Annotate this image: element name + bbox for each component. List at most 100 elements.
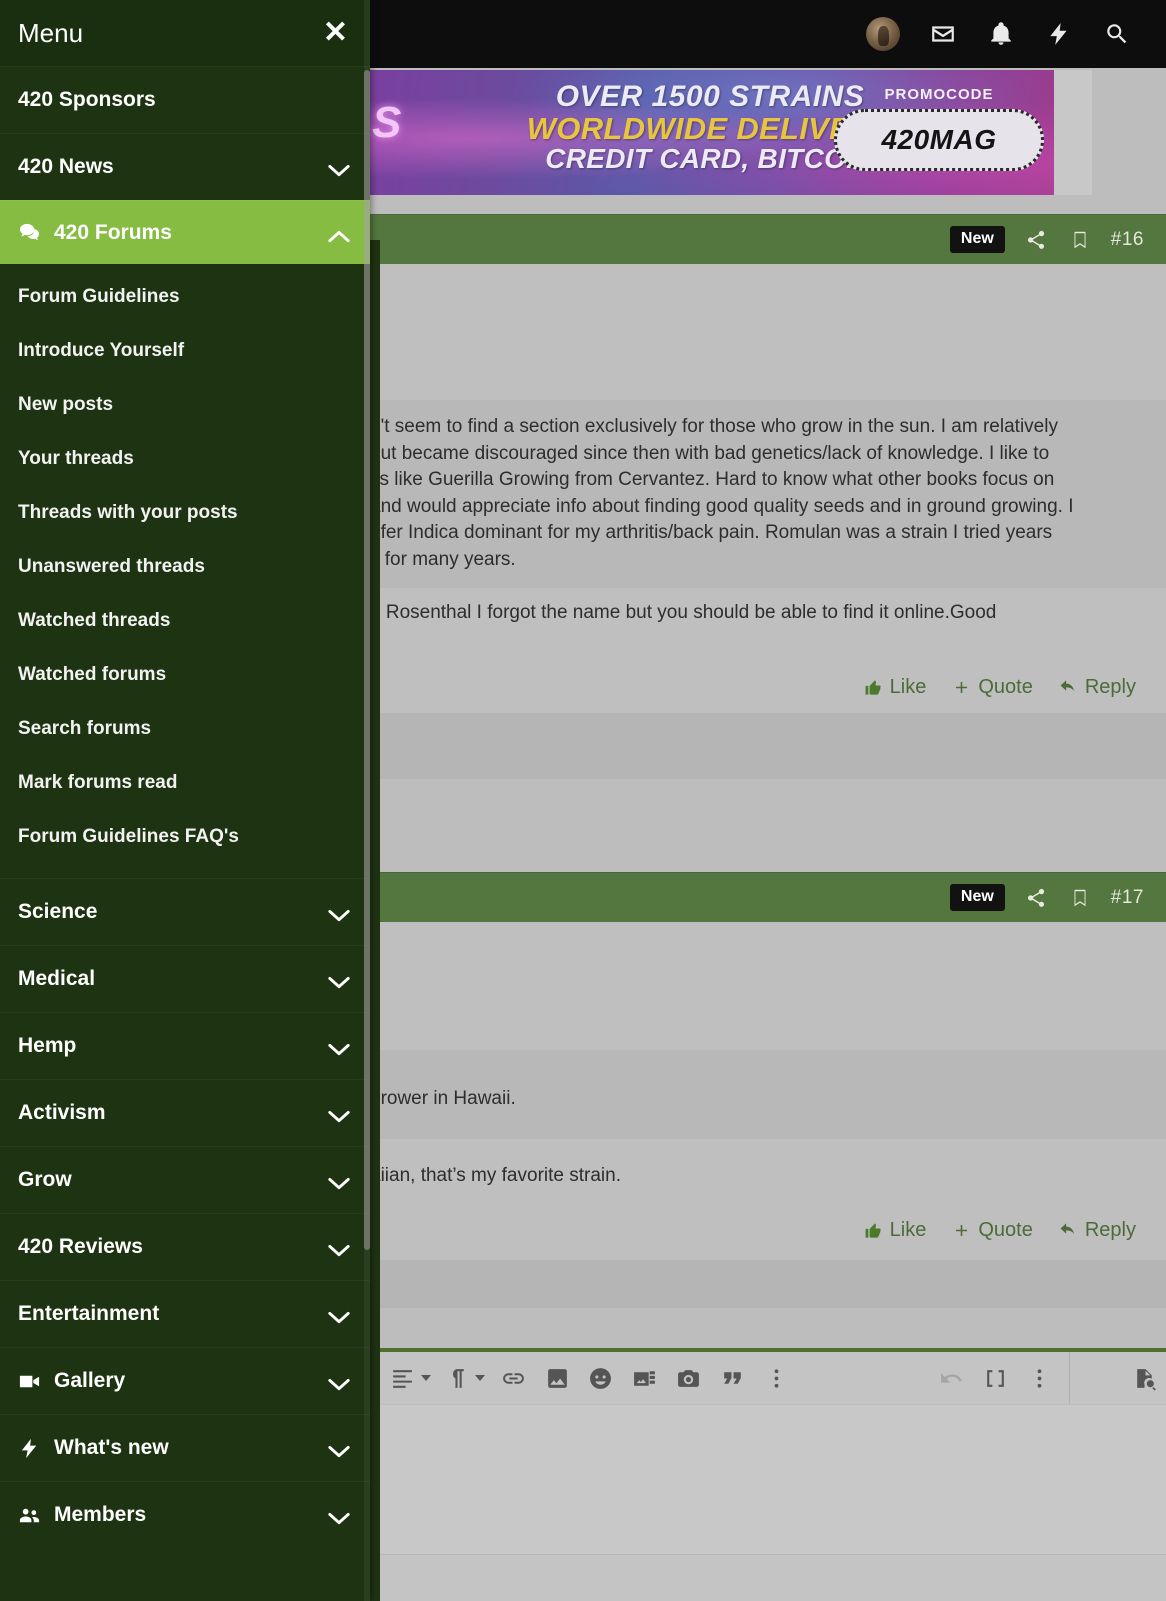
sidebar-item-420-reviews[interactable]: 420 Reviews (0, 1213, 370, 1280)
sidebar-item-label: Activism (18, 1101, 106, 1124)
sidebar-item-label: Gallery (54, 1369, 126, 1392)
quote-button[interactable]: Quote (952, 675, 1033, 699)
insert-media-icon[interactable] (623, 1356, 667, 1400)
chevron-up-icon[interactable] (328, 226, 350, 242)
sponsor-banner-ad[interactable]: S OVER 1500 STRAINS WORLDWIDE DELIVERY C… (370, 70, 1092, 195)
sidebar-item-activism[interactable]: Activism (0, 1079, 370, 1146)
chevron-down-icon[interactable] (328, 1039, 350, 1056)
sidebar-subitem-introduce-yourself[interactable]: Introduce Yourself (0, 324, 370, 378)
insert-link-icon[interactable] (491, 1356, 535, 1400)
quote-line: grower in Hawaii. (370, 1088, 516, 1109)
align-dropdown-icon[interactable] (384, 1356, 438, 1400)
quote-line: efer Indica dominant for my arthritis/ba… (370, 522, 1053, 544)
menu-scrollbar[interactable] (364, 0, 370, 1601)
sidebar-subitem-mark-forums-read[interactable]: Mark forums read (0, 756, 370, 810)
sidebar-item-gallery[interactable]: Gallery (0, 1347, 370, 1414)
undo-icon[interactable] (930, 1356, 974, 1400)
video-camera-icon (18, 1370, 41, 1393)
reply-button[interactable]: Reply (1059, 1219, 1136, 1242)
preview-icon[interactable] (1122, 1356, 1166, 1400)
sidebar-item-label: Hemp (18, 1034, 77, 1057)
chevron-down-icon[interactable] (328, 1307, 350, 1324)
sidebar-item-science[interactable]: Science (0, 878, 370, 945)
chevron-down-icon[interactable] (328, 1508, 350, 1525)
banner-logo-fragment: S (372, 98, 401, 147)
sidebar-item-medical[interactable]: Medical (0, 945, 370, 1012)
sidebar-subitem-new-posts[interactable]: New posts (0, 378, 370, 432)
text-direction-dropdown-icon[interactable] (438, 1356, 492, 1400)
sidebar-item-grow[interactable]: Grow (0, 1146, 370, 1213)
chevron-down-icon[interactable] (328, 905, 350, 922)
sidebar-subitem-search-forums[interactable]: Search forums (0, 702, 370, 756)
sidebar-subitem-label: Forum Guidelines FAQ's (18, 826, 239, 847)
quote-label: Quote (978, 675, 1033, 698)
sidebar-item-420-sponsors[interactable]: 420 Sponsors (0, 66, 370, 133)
sidebar-subitem-forum-guidelines[interactable]: Forum Guidelines (0, 270, 370, 324)
share-icon[interactable] (1023, 885, 1049, 911)
insert-image-icon[interactable] (535, 1356, 579, 1400)
post-number[interactable]: #17 (1111, 887, 1144, 909)
sidebar-subitem-label: Unanswered threads (18, 556, 205, 577)
chevron-down-icon[interactable] (328, 1441, 350, 1458)
sidebar-subitem-your-threads[interactable]: Your threads (0, 432, 370, 486)
sidebar-item-label: 420 News (18, 155, 114, 178)
bolt-icon (18, 1437, 41, 1460)
reply-label: Reply (1084, 675, 1136, 698)
insert-bbcode-icon[interactable] (974, 1356, 1018, 1400)
status-badge: New (949, 226, 1005, 253)
post-17-message: aiian, that’s my favorite strain. (370, 1139, 1166, 1207)
menu-scrollbar-thumb[interactable] (364, 70, 370, 1250)
sidebar-subitem-label: Forum Guidelines (18, 286, 180, 307)
sidebar-item-420-forums[interactable]: 420 Forums (0, 200, 370, 264)
chevron-down-icon[interactable] (328, 1106, 350, 1123)
chevron-down-icon[interactable] (328, 1173, 350, 1190)
menu-header: Menu ✕ (0, 0, 370, 66)
close-icon[interactable]: ✕ (323, 18, 348, 48)
chevron-down-icon[interactable] (328, 1240, 350, 1257)
editor-input-area[interactable] (370, 1404, 1166, 1554)
chevron-down-icon[interactable] (328, 1374, 350, 1391)
like-button[interactable]: Like (864, 676, 926, 699)
bolt-icon[interactable] (1044, 19, 1074, 49)
more-options-icon[interactable] (754, 1356, 798, 1400)
sidebar-item-label: 420 Reviews (18, 1235, 143, 1258)
sidebar-subitem-unanswered-threads[interactable]: Unanswered threads (0, 540, 370, 594)
sidebar-item-whats-new[interactable]: What's new (0, 1414, 370, 1481)
like-label: Like (889, 1218, 927, 1241)
post-header-16: New #16 (370, 214, 1166, 264)
sidebar-subitem-forum-guidelines-faqs[interactable]: Forum Guidelines FAQ's (0, 810, 370, 864)
like-button[interactable]: Like (864, 1218, 927, 1242)
envelope-icon[interactable] (928, 19, 958, 49)
sidebar-subitem-watched-threads[interactable]: Watched threads (0, 594, 370, 648)
bell-icon[interactable] (986, 19, 1016, 49)
bookmark-icon[interactable] (1067, 227, 1093, 253)
sidebar-item-entertainment[interactable]: Entertainment (0, 1280, 370, 1347)
sidebar-subitem-watched-forums[interactable]: Watched forums (0, 648, 370, 702)
promo-code: 420MAG (881, 124, 997, 155)
insert-camera-icon[interactable] (667, 1356, 711, 1400)
sidebar-subitem-label: Search forums (18, 718, 152, 739)
insert-quote-icon[interactable] (710, 1356, 754, 1400)
sidebar-subitem-label: Introduce Yourself (18, 340, 185, 361)
sidebar-item-label: Members (54, 1503, 147, 1526)
post-number[interactable]: #16 (1111, 229, 1144, 251)
sidebar-subitem-label: Your threads (18, 448, 134, 469)
sidebar-subitem-threads-with-your-posts[interactable]: Threads with your posts (0, 486, 370, 540)
sidebar-item-420-news[interactable]: 420 News (0, 133, 370, 200)
sidebar-item-members[interactable]: Members (0, 1481, 370, 1548)
more-options-icon[interactable] (1018, 1356, 1062, 1400)
users-icon (18, 1504, 41, 1527)
sidebar-item-label: Medical (18, 967, 96, 990)
quote-button[interactable]: Quote (952, 1219, 1033, 1242)
chevron-down-icon[interactable] (328, 160, 350, 177)
sidebar-item-hemp[interactable]: Hemp (0, 1012, 370, 1079)
reply-button[interactable]: Reply (1059, 676, 1136, 699)
search-icon[interactable] (1102, 19, 1132, 49)
share-icon[interactable] (1023, 227, 1049, 253)
bookmark-icon[interactable] (1067, 885, 1093, 911)
chevron-down-icon[interactable] (328, 972, 350, 989)
user-avatar[interactable] (866, 17, 900, 51)
sidebar-subitem-label: New posts (18, 394, 114, 415)
insert-emoji-icon[interactable] (579, 1356, 623, 1400)
menu-title: Menu (18, 17, 84, 48)
